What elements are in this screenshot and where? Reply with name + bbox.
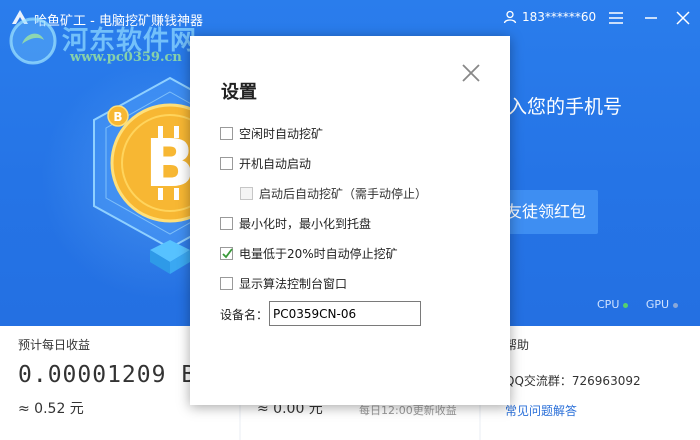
qq-group-text: QQ交流群：726963092 [505, 374, 641, 388]
gpu-status-dot [673, 302, 679, 308]
option-show-console[interactable]: 显示算法控制台窗口 [220, 274, 347, 292]
watermark-logo-icon [9, 17, 57, 65]
dialog-title: 设置 [221, 82, 257, 103]
option-label: 最小化时，最小化到托盘 [239, 216, 372, 231]
cpu-status-dot [623, 302, 629, 308]
mine-after-start-checkbox [240, 186, 253, 200]
option-label: 启动后自动挖矿（需手动停止） [259, 186, 428, 201]
menu-icon[interactable] [606, 8, 626, 28]
option-label: 空闲时自动挖矿 [239, 126, 324, 141]
daily-income-cny: ≈ 0.52 元 [18, 401, 84, 417]
option-mine-after-start: 启动后自动挖矿（需手动停止） [240, 184, 427, 202]
window-close-icon[interactable] [673, 8, 693, 28]
svg-text:B: B [113, 110, 122, 124]
show-console-checkbox[interactable] [220, 276, 233, 290]
checkmark-icon [222, 247, 233, 258]
dialog-close-icon[interactable] [460, 62, 482, 84]
minimize-tray-checkbox[interactable] [220, 216, 233, 230]
gpu-label: GPU [645, 298, 670, 311]
option-idle-mining[interactable]: 空闲时自动挖矿 [220, 124, 323, 142]
faq-link[interactable]: 常见问题解答 [505, 402, 577, 419]
user-phone[interactable]: 183******60 [522, 10, 596, 24]
hardware-status: CPU GPU [597, 298, 679, 311]
cpu-label: CPU [597, 298, 620, 311]
option-minimize-tray[interactable]: 最小化时，最小化到托盘 [220, 214, 371, 232]
settings-dialog: 设置 空闲时自动挖矿 开机自动启动 启动后自动挖矿（需手动停止） 最小化时，最小… [190, 36, 510, 405]
phone-prompt: 入您的手机号 [508, 96, 623, 118]
svg-text:B: B [145, 125, 195, 202]
option-label: 电量低于20%时自动停止挖矿 [239, 246, 398, 261]
idle-mining-checkbox[interactable] [220, 126, 233, 140]
option-label: 开机自动启动 [239, 156, 312, 171]
minimize-icon[interactable] [641, 8, 661, 28]
device-name-label: 设备名： [220, 308, 269, 322]
user-icon[interactable] [503, 10, 517, 24]
daily-income-title: 预计每日收益 [18, 338, 91, 352]
option-autostart[interactable]: 开机自动启动 [220, 154, 311, 172]
option-label: 显示算法控制台窗口 [239, 276, 348, 291]
device-name-input[interactable] [269, 301, 421, 326]
daily-income-btc: 0.00001209 BT [18, 362, 212, 388]
watermark-url: www.pc0359.cn [70, 50, 182, 65]
autostart-checkbox[interactable] [220, 156, 233, 170]
low-battery-checkbox[interactable] [220, 246, 233, 260]
help-panel: 帮助 QQ交流群：726963092 常见问题解答 [481, 326, 700, 440]
option-low-battery-stop[interactable]: 电量低于20%时自动停止挖矿 [220, 244, 398, 262]
